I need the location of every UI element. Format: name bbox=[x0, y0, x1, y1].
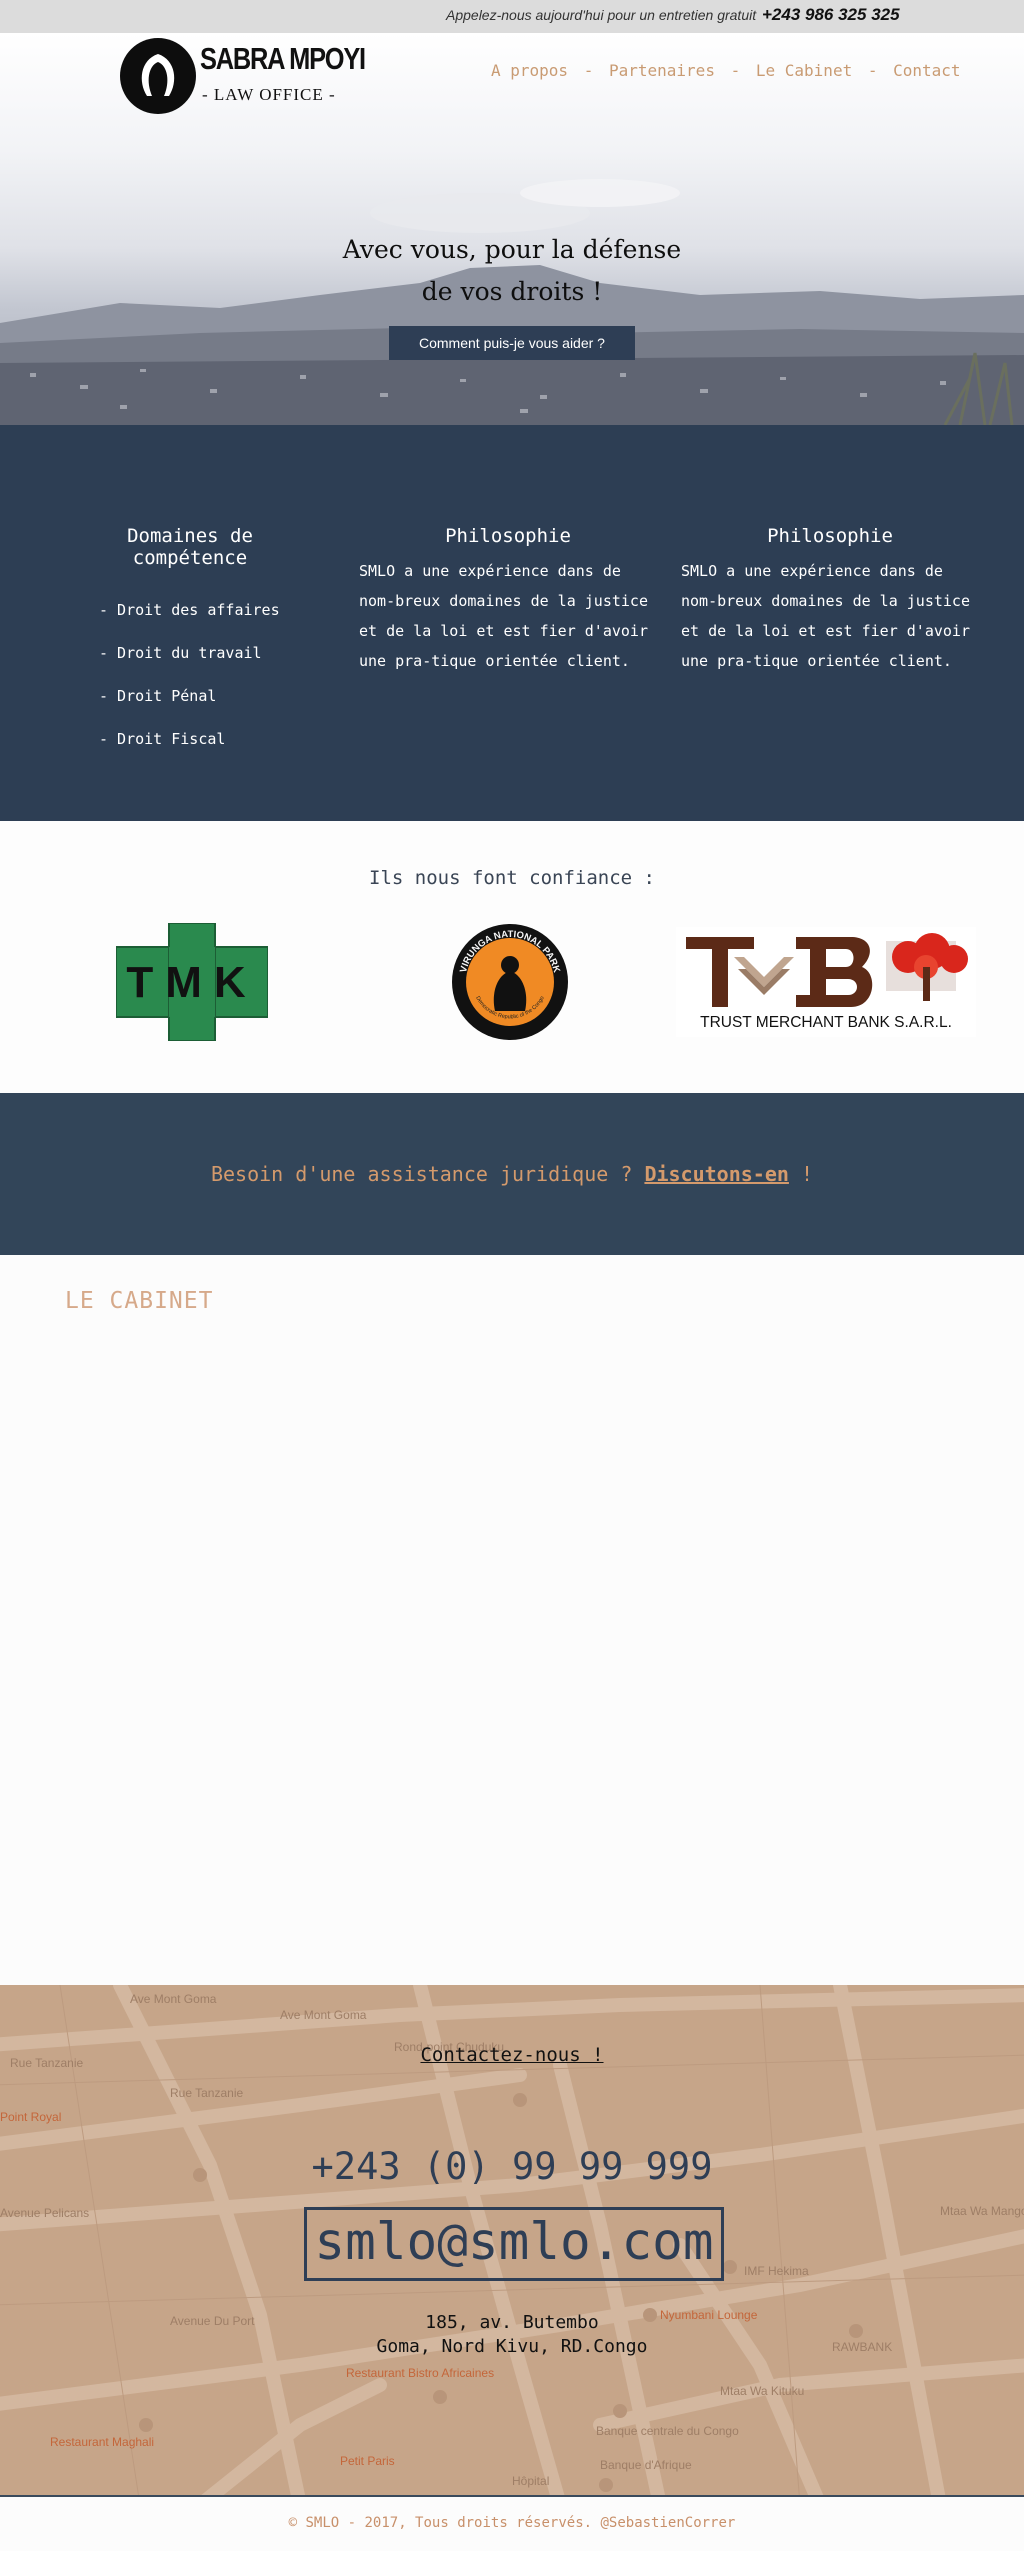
map-label: IMF Hekima bbox=[744, 2264, 809, 2278]
nav-item-le-cabinet[interactable]: Le Cabinet bbox=[756, 61, 852, 80]
partners-title: Ils nous font confiance : bbox=[369, 867, 655, 889]
nav-item-partenaires[interactable]: Partenaires bbox=[609, 61, 715, 80]
philosophy-title: Philosophie bbox=[767, 525, 893, 547]
domains-column: Domaines de compétence - Droit des affai… bbox=[70, 525, 310, 761]
logo-emblem-icon bbox=[120, 38, 196, 114]
nav-item-contact[interactable]: Contact bbox=[893, 61, 960, 80]
map-label: Point Royal bbox=[0, 2110, 61, 2124]
domain-item: - Droit Fiscal bbox=[99, 730, 226, 748]
philosophy-text: SMLO a une expérience dans de nom-breux … bbox=[681, 562, 970, 670]
contact-section: Ave Mont Goma Ave Mont Goma Rue Tanzanie… bbox=[0, 1985, 1024, 2495]
cta-link[interactable]: Discutons-en bbox=[644, 1162, 789, 1186]
call-us-text: Appelez-nous aujourd'hui pour un entreti… bbox=[446, 7, 757, 23]
nav-separator: - bbox=[583, 61, 594, 80]
map-label: Mtaa Wa Mangobe bbox=[940, 2204, 1024, 2218]
cabinet-title: LE CABINET bbox=[65, 1288, 214, 1314]
map-label: Ave Mont Goma bbox=[130, 1992, 217, 2006]
map-label: Mtaa Wa Kituku bbox=[720, 2384, 804, 2398]
hero-title-line1: Avec vous, pour la défense bbox=[342, 235, 682, 264]
map-label: Hôpital bbox=[512, 2474, 549, 2488]
logo[interactable]: SABRA MPOYI - LAW OFFICE - bbox=[120, 35, 366, 114]
domain-item: - Droit Pénal bbox=[99, 687, 217, 705]
cta-section: Besoin d'une assistance juridique ? Disc… bbox=[0, 1093, 1024, 1255]
top-contact-bar: Appelez-nous aujourd'hui pour un entreti… bbox=[0, 0, 1024, 33]
virunga-logo[interactable]: VIRUNGA NATIONAL PARK Democratic Republi… bbox=[451, 923, 569, 1041]
address-line2: Goma, Nord Kivu, RD.Congo bbox=[376, 2336, 648, 2357]
hero-title: Avec vous, pour la défense de vos droits… bbox=[312, 229, 712, 313]
footer-text: © SMLO - 2017, Tous droits réservés. @Se… bbox=[288, 2515, 736, 2531]
map-label: Banque d'Afrique bbox=[600, 2458, 692, 2472]
partners-section: Ils nous font confiance : TMK VIRUNGA NA… bbox=[0, 821, 1024, 1093]
domains-list: - Droit des affaires - Droit du travail … bbox=[99, 589, 310, 761]
map-label: Restaurant Maghali bbox=[50, 2435, 154, 2449]
map-label: Avenue Pelicans bbox=[0, 2206, 89, 2220]
domain-item: - Droit du travail bbox=[99, 644, 262, 662]
philosophy-column: Philosophie SMLO a une expérience dans d… bbox=[359, 525, 657, 676]
hero-section: SABRA MPOYI - LAW OFFICE - A propos - Pa… bbox=[0, 33, 1024, 425]
map-label: Ave Mont Goma bbox=[280, 2008, 367, 2022]
logo-subtitle: - LAW OFFICE - bbox=[202, 85, 336, 104]
tmb-logo-subtext: TRUST MERCHANT BANK S.A.R.L. bbox=[700, 1014, 952, 1031]
cabinet-section: LE CABINET bbox=[0, 1255, 1024, 1985]
nav-item-a-propos[interactable]: A propos bbox=[491, 61, 568, 80]
address-line1: 185, av. Butembo bbox=[425, 2312, 599, 2333]
help-button[interactable]: Comment puis-je vous aider ? bbox=[389, 326, 635, 360]
main-nav: A propos - Partenaires - Le Cabinet - Co… bbox=[491, 61, 961, 80]
contact-phone[interactable]: +243 (0) 99 99 999 bbox=[0, 2145, 1024, 2188]
nav-separator: - bbox=[867, 61, 878, 80]
domain-item: - Droit des affaires bbox=[99, 601, 280, 619]
contact-address: 185, av. Butembo Goma, Nord Kivu, RD.Con… bbox=[0, 2311, 1024, 2359]
philosophy-title: Philosophie bbox=[445, 525, 571, 547]
topbar-phone[interactable]: +243 986 325 325 bbox=[762, 5, 900, 25]
map-label: Petit Paris bbox=[340, 2454, 395, 2468]
philosophy-column: Philosophie SMLO a une expérience dans d… bbox=[681, 525, 979, 676]
tmb-logo[interactable]: TRUST MERCHANT BANK S.A.R.L. bbox=[676, 927, 976, 1037]
map-label: Restaurant Bistro Africaines bbox=[346, 2366, 494, 2380]
map-label: Banque centrale du Congo bbox=[596, 2424, 739, 2438]
hero-title-line2: de vos droits ! bbox=[421, 277, 603, 306]
footer: © SMLO - 2017, Tous droits réservés. @Se… bbox=[0, 2495, 1024, 2551]
services-section: Domaines de compétence - Droit des affai… bbox=[0, 425, 1024, 821]
domains-title: Domaines de compétence bbox=[127, 525, 253, 569]
cta-text: Besoin d'une assistance juridique ? Disc… bbox=[0, 1162, 1024, 1186]
contact-email[interactable]: smlo@smlo.com bbox=[304, 2207, 724, 2281]
cta-end: ! bbox=[800, 1162, 814, 1186]
nav-separator: - bbox=[730, 61, 741, 80]
philosophy-text: SMLO a une expérience dans de nom-breux … bbox=[359, 562, 648, 670]
cta-question: Besoin d'une assistance juridique ? bbox=[210, 1162, 633, 1186]
contact-heading[interactable]: Contactez-nous ! bbox=[0, 2044, 1024, 2066]
tmk-logo[interactable]: TMK bbox=[116, 923, 268, 1041]
tmk-logo-text: TMK bbox=[126, 958, 257, 1007]
map-label: Rue Tanzanie bbox=[170, 2086, 243, 2100]
logo-name: SABRA MPOYI bbox=[200, 41, 366, 76]
